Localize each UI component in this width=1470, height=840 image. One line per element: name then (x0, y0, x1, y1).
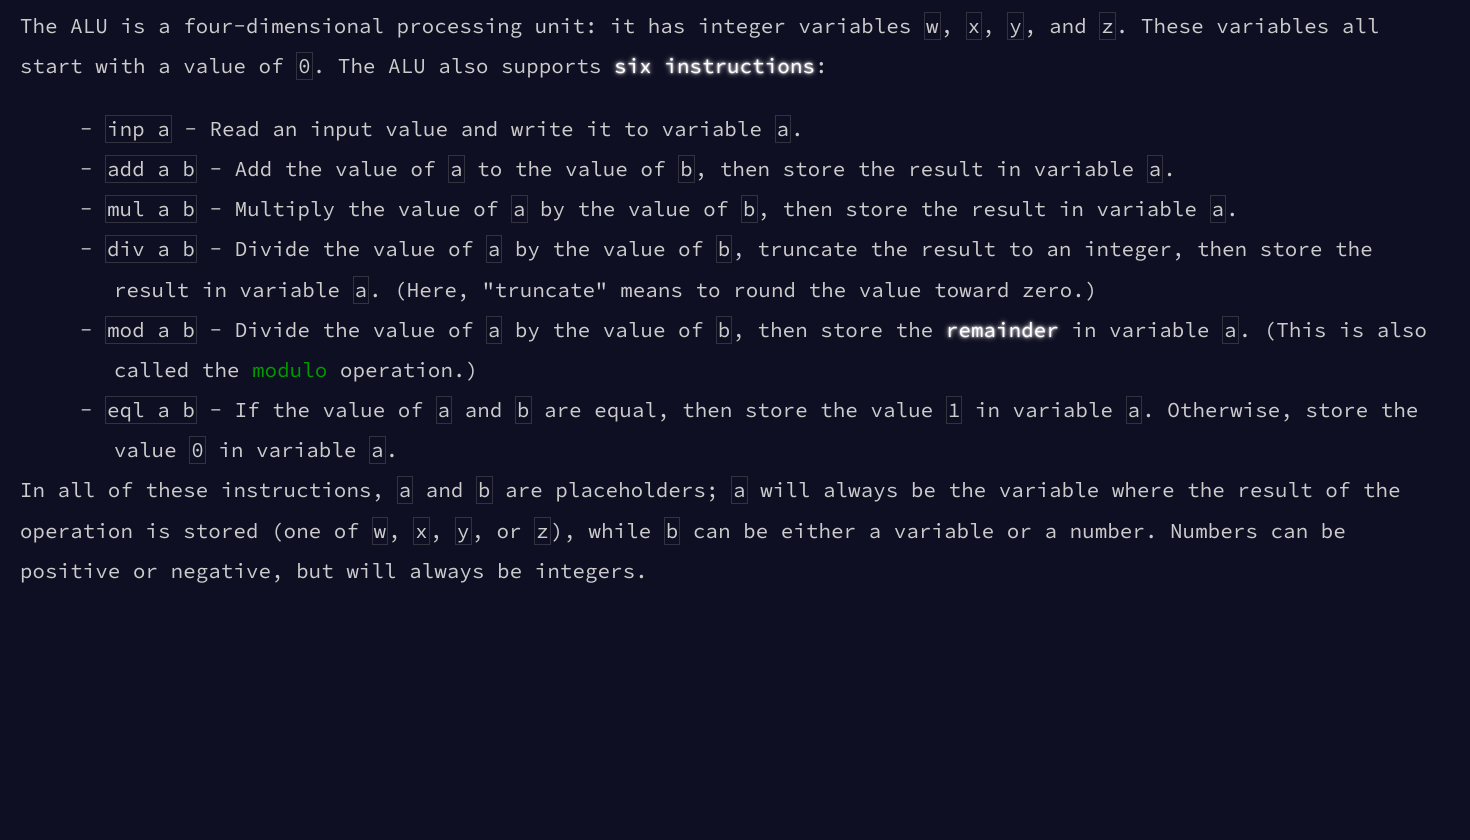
text: in variable (1059, 317, 1222, 343)
code-var-b: b (664, 517, 681, 545)
code-var-b: b (476, 476, 493, 504)
instruction-inp: inp a - Read an input value and write it… (80, 109, 1440, 149)
emphasis-six-instructions: six instructions (614, 53, 815, 79)
code-var-a: a (397, 476, 414, 504)
text: by the value of (502, 236, 715, 262)
code-variable-z: z (1099, 12, 1116, 40)
code-var-b: b (716, 316, 733, 344)
text: . (1226, 196, 1239, 222)
text: to the value of (465, 156, 678, 182)
text: - Multiply the value of (197, 196, 511, 222)
code-var-a: a (1222, 316, 1239, 344)
instruction-list: inp a - Read an input value and write it… (20, 109, 1440, 470)
link-modulo[interactable]: modulo (252, 357, 327, 383)
code-cmd: mul a b (105, 195, 197, 223)
text: - Add the value of (197, 156, 448, 182)
text: . (Here, "truncate" means to round the v… (369, 277, 1097, 303)
text: - Divide the value of (197, 317, 486, 343)
text: are placeholders; (493, 477, 732, 503)
code-cmd: mod a b (105, 316, 197, 344)
text: . (386, 437, 399, 463)
code-var-a: a (731, 476, 748, 504)
text: , (941, 13, 966, 39)
text: operation.) (327, 357, 478, 383)
emphasis-remainder: remainder (946, 317, 1059, 343)
text: , then store the result in variable (758, 196, 1210, 222)
instruction-add: add a b - Add the value of a to the valu… (80, 149, 1440, 189)
code-var-b: b (741, 195, 758, 223)
code-var-a: a (775, 115, 792, 143)
code-var-b: b (716, 235, 733, 263)
document-body: The ALU is a four-dimensional processing… (0, 0, 1460, 615)
paragraph-placeholders: In all of these instructions, a and b ar… (20, 470, 1440, 590)
code-variable-y: y (1007, 12, 1024, 40)
text: The ALU is a four-dimensional processing… (20, 13, 924, 39)
text: , then store the (732, 317, 945, 343)
instruction-mod: mod a b - Divide the value of a by the v… (80, 310, 1440, 390)
code-var-a: a (1126, 396, 1143, 424)
instruction-eql: eql a b - If the value of a and b are eq… (80, 390, 1440, 470)
text: by the value of (502, 317, 715, 343)
code-variable-z: z (534, 517, 551, 545)
text: : (815, 53, 828, 79)
text: . (791, 116, 804, 142)
code-var-a: a (448, 155, 465, 183)
code-variable-x: x (413, 517, 430, 545)
text: . The ALU also supports (313, 53, 614, 79)
code-var-a: a (486, 235, 503, 263)
code-var-a: a (353, 276, 370, 304)
text: , or (472, 518, 535, 544)
instruction-div: div a b - Divide the value of a by the v… (80, 229, 1440, 309)
code-variable-x: x (966, 12, 983, 40)
paragraph-intro: The ALU is a four-dimensional processing… (20, 6, 1440, 86)
text: - If the value of (197, 397, 436, 423)
code-var-a: a (369, 436, 386, 464)
code-var-a: a (436, 396, 453, 424)
code-var-a: a (1210, 195, 1227, 223)
instruction-mul: mul a b - Multiply the value of a by the… (80, 189, 1440, 229)
code-value-zero: 0 (189, 436, 206, 464)
code-var-a: a (486, 316, 503, 344)
text: - Read an input value and write it to va… (172, 116, 775, 142)
text: in variable (206, 437, 369, 463)
code-cmd: div a b (105, 235, 197, 263)
code-value-zero: 0 (296, 52, 313, 80)
code-var-b: b (678, 155, 695, 183)
code-cmd: eql a b (105, 396, 197, 424)
text: in variable (962, 397, 1125, 423)
text: In all of these instructions, (20, 477, 397, 503)
code-variable-w: w (924, 12, 941, 40)
code-cmd: inp a (105, 115, 172, 143)
text: , (982, 13, 1007, 39)
text: - Divide the value of (197, 236, 486, 262)
text: are equal, then store the value (532, 397, 946, 423)
text: , and (1024, 13, 1099, 39)
text: ), while (551, 518, 664, 544)
text: , then store the result in variable (695, 156, 1147, 182)
code-cmd: add a b (105, 155, 197, 183)
code-variable-y: y (455, 517, 472, 545)
code-value-one: 1 (946, 396, 963, 424)
text: , (430, 518, 455, 544)
code-var-a: a (1147, 155, 1164, 183)
code-var-a: a (511, 195, 528, 223)
text: and (452, 397, 515, 423)
text: by the value of (528, 196, 741, 222)
text: , (388, 518, 413, 544)
text: . (1163, 156, 1176, 182)
text: and (413, 477, 476, 503)
code-var-b: b (515, 396, 532, 424)
code-variable-w: w (372, 517, 389, 545)
